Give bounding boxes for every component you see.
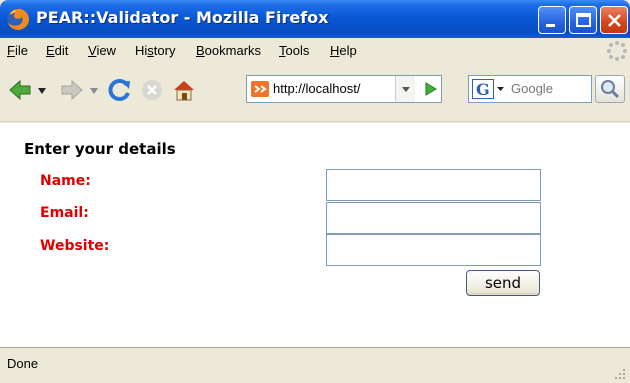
url-history-dropdown[interactable]: [395, 76, 415, 102]
url-bar[interactable]: http://localhost/: [246, 75, 442, 103]
search-bar[interactable]: G: [468, 75, 592, 103]
title-bar[interactable]: PEAR::Validator - Mozilla Firefox: [0, 0, 630, 38]
go-icon[interactable]: [418, 76, 442, 102]
menu-file[interactable]: File: [7, 43, 28, 58]
search-button[interactable]: [595, 75, 625, 103]
menu-tools[interactable]: Tools: [279, 43, 309, 58]
menu-history[interactable]: History: [135, 43, 175, 58]
email-field[interactable]: [326, 202, 541, 234]
form-heading: Enter your details: [24, 140, 176, 158]
page-content: Enter your details Name: Email: Website:…: [0, 123, 630, 347]
maximize-button[interactable]: [569, 6, 597, 34]
menu-edit[interactable]: Edit: [46, 43, 68, 58]
resize-grip-icon[interactable]: [612, 366, 626, 380]
search-input[interactable]: [511, 81, 589, 96]
forward-dropdown-icon[interactable]: [90, 88, 98, 94]
minimize-button[interactable]: [538, 6, 566, 34]
name-label: Name:: [40, 173, 91, 189]
chevron-down-icon: [402, 87, 410, 92]
menu-help[interactable]: Help: [330, 43, 357, 58]
throbber-icon: [607, 41, 627, 61]
menu-bookmarks[interactable]: Bookmarks: [196, 43, 261, 58]
svg-text:G: G: [476, 80, 490, 99]
window-title: PEAR::Validator - Mozilla Firefox: [36, 8, 329, 27]
site-favicon-icon: [251, 81, 269, 97]
home-icon[interactable]: [172, 78, 196, 102]
menu-view[interactable]: View: [88, 43, 116, 58]
reload-icon[interactable]: [108, 78, 132, 102]
send-button[interactable]: send: [466, 270, 540, 296]
magnifier-icon: [601, 80, 620, 99]
firefox-icon: [7, 8, 29, 30]
forward-icon[interactable]: [60, 78, 84, 102]
minimize-icon: [546, 24, 555, 27]
website-label: Website:: [40, 238, 110, 254]
menu-bar: File Edit View History Bookmarks Tools H…: [0, 38, 630, 64]
status-bar: Done: [0, 347, 630, 383]
website-field[interactable]: [326, 234, 541, 266]
status-text: Done: [7, 356, 39, 371]
back-icon[interactable]: [8, 78, 32, 102]
close-button[interactable]: [600, 6, 628, 34]
navigation-toolbar: http://localhost/ G: [0, 64, 630, 122]
stop-icon[interactable]: [140, 78, 164, 102]
name-field[interactable]: [326, 169, 541, 201]
email-label: Email:: [40, 205, 89, 221]
close-icon: [608, 14, 621, 27]
maximize-icon: [576, 13, 591, 27]
browser-window: PEAR::Validator - Mozilla Firefox File E…: [0, 0, 630, 383]
back-dropdown-icon[interactable]: [38, 88, 46, 94]
url-input[interactable]: http://localhost/: [273, 81, 391, 96]
search-engine-icon[interactable]: G: [472, 79, 506, 99]
